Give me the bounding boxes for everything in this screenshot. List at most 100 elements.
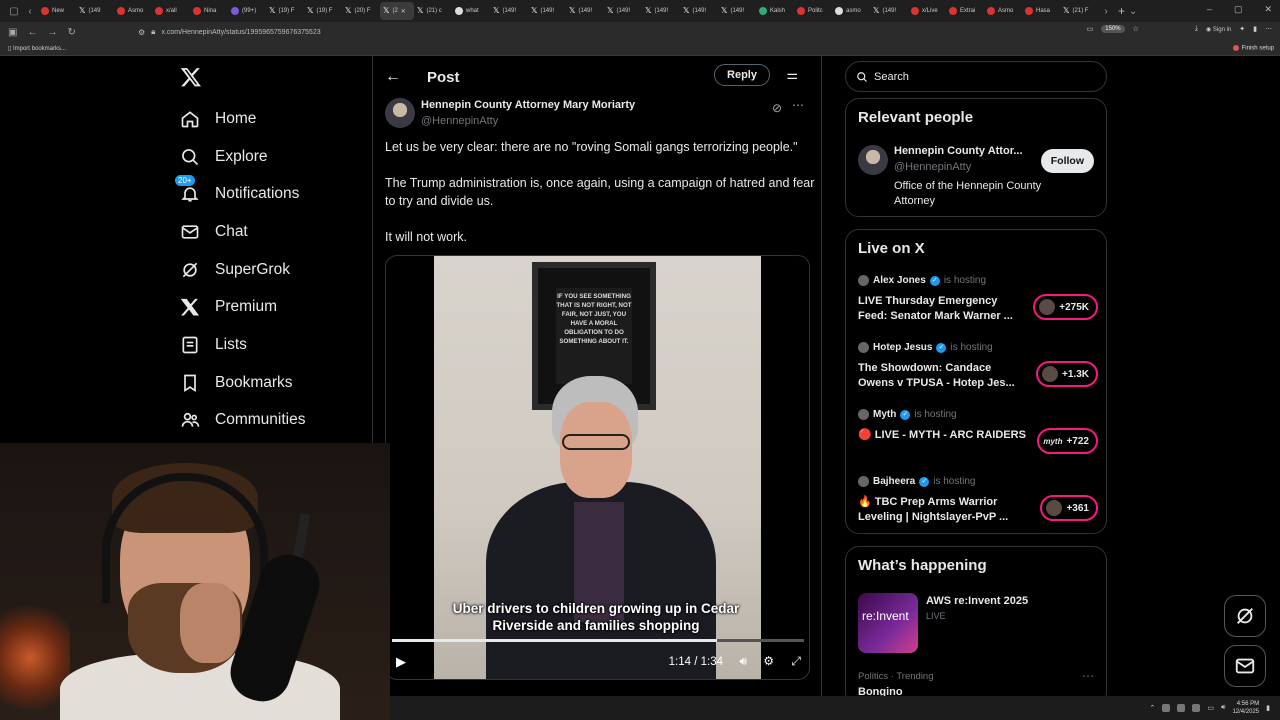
browser-tab[interactable]: Asmo [114,2,152,20]
nav-bookmarks[interactable]: Bookmarks [178,364,368,402]
search-input[interactable]: Search [845,61,1107,92]
network-icon[interactable]: ▭ [1207,704,1214,712]
nav-explore[interactable]: Explore [178,138,368,176]
nav-lists[interactable]: Lists [178,326,368,364]
browser-tab[interactable]: (99+) [228,2,266,20]
avatar[interactable] [858,145,888,175]
relevant-person-handle[interactable]: @HennepinAtty [894,161,971,173]
extensions-icon[interactable]: ✦ [1239,25,1245,33]
browser-tab[interactable]: 𝕏 (21) c [414,2,452,20]
zoom-indicator[interactable]: 150% [1101,25,1125,33]
browser-tab[interactable]: 𝕏 (149! [604,2,642,20]
back-arrow-icon[interactable]: ← [385,68,415,86]
nav-communities[interactable]: Communities [178,402,368,440]
download-icon[interactable]: ⤓ [1195,25,1198,33]
live-title: The Showdown: Candace Owens v TPUSA - Ho… [858,362,1015,389]
tab-scroll-right-icon[interactable]: › [1098,6,1114,17]
fullscreen-icon[interactable]: ⤢ [791,654,801,669]
volume-icon[interactable]: 🔊︎ [739,654,747,669]
live-item[interactable]: Bajheera ✓ is hosting 🔥 TBC Prep Arms Wa… [858,476,1098,536]
browser-tab[interactable]: Hasa [1022,2,1060,20]
browser-tab[interactable]: asmo [832,2,870,20]
avatar[interactable] [385,98,415,128]
clock[interactable]: 4:56 PM 12/4/2025 [1232,700,1259,716]
video-progress-bar[interactable] [392,639,804,642]
reload-icon[interactable]: ↻ [67,27,75,38]
tray-app-icon[interactable] [1192,704,1201,712]
nav-notifications[interactable]: 20+ Notifications [174,174,368,213]
event-title[interactable]: AWS re:Invent 2025 [926,595,1028,607]
settings-icon[interactable]: ⚙ [763,654,774,668]
tab-search-icon[interactable]: ⌄ [1125,6,1141,17]
screen-icon[interactable]: ▭ [1087,25,1094,33]
browser-tab[interactable]: x/Live [908,2,946,20]
browser-tab[interactable]: 𝕏 (149 [76,2,114,20]
more-options-icon[interactable]: ⋯ [792,98,804,112]
new-tab-icon[interactable]: + [1118,4,1125,18]
browser-tab[interactable]: 𝕏 (149! [718,2,756,20]
event-thumbnail[interactable]: re:Invent [858,593,918,653]
browser-tab[interactable]: x/all [152,2,190,20]
browser-tab[interactable]: 𝕏 (149! [680,2,718,20]
browser-tab[interactable]: 𝕏 (19) F [266,2,304,20]
tab-close-icon[interactable]: ✕ [401,8,406,15]
messages-fab-button[interactable] [1224,645,1266,687]
minimize-icon[interactable]: – [1207,4,1212,15]
sidebar-toggle-icon[interactable]: ▣ [8,27,17,38]
video-player[interactable]: If you see something that is not right, … [385,255,810,680]
import-bookmarks-link[interactable]: ▯ Import bookmarks... [8,45,66,52]
tray-app-icon[interactable] [1177,704,1186,712]
live-item[interactable]: Hotep Jesus ✓ is hosting The Showdown: C… [858,342,1098,402]
grok-explain-icon[interactable]: ⊘ [772,101,782,115]
sliders-icon[interactable]: ⚌ [786,67,798,83]
maximize-icon[interactable]: ▢ [1234,4,1243,15]
browser-tab[interactable]: 𝕏 (20) F [342,2,380,20]
browser-tab[interactable]: what [452,2,490,20]
browser-tab[interactable]: Politc [794,2,832,20]
author-name[interactable]: Hennepin County Attorney Mary Moriarty [421,99,635,111]
site-info-icon[interactable]: ⚙ [138,28,145,37]
browser-tab[interactable]: Extrai [946,2,984,20]
browser-tab[interactable]: 𝕏 (149! [566,2,604,20]
browser-tab[interactable]: 𝕏 (149! [528,2,566,20]
nav-supergrok[interactable]: SuperGrok [178,251,368,289]
browser-tab[interactable]: 𝕏 (149! [490,2,528,20]
back-icon[interactable]: ← [27,27,37,38]
x-logo-icon[interactable] [180,66,202,88]
follow-button[interactable]: Follow [1040,149,1094,173]
tray-app-icon[interactable] [1162,704,1171,712]
browser-tab[interactable]: 𝕏 (149! [870,2,908,20]
browser-tab[interactable]: Kalsh [756,2,794,20]
browser-tab[interactable]: 𝕏 (149! [642,2,680,20]
nav-chat[interactable]: Chat [178,213,368,251]
browser-tab[interactable]: Nina [190,2,228,20]
author-handle[interactable]: @HennepinAtty [421,115,498,127]
forward-icon[interactable]: → [47,27,57,38]
live-item[interactable]: Alex Jones ✓ is hosting LIVE Thursday Em… [858,275,1098,335]
favorite-star-icon[interactable]: ☆ [1133,25,1139,33]
tray-chevron-icon[interactable]: ⌃ [1150,704,1156,712]
url-field[interactable]: ⚙ 🔒︎ x.com/HennepinAtty/status/199596575… [138,27,321,37]
finish-setup-button[interactable]: Finish setup [1232,45,1274,52]
browser-tab[interactable]: 𝕏 (2 ✕ [380,2,414,20]
tab-list-icon[interactable]: ▢ [6,6,22,17]
tab-scroll-left-icon[interactable]: ‹ [22,6,38,17]
play-icon[interactable]: ▶ [396,654,406,670]
profile-icon[interactable]: ▮ [1253,25,1257,33]
browser-tab[interactable]: 𝕏 (21) F [1060,2,1098,20]
more-options-icon[interactable]: ⋯ [1082,669,1094,683]
browser-tab[interactable]: 𝕏 (19) F [304,2,342,20]
sign-in-button[interactable]: ◉ Sign in [1206,26,1231,33]
volume-icon[interactable]: 🔊︎ [1221,704,1225,712]
notifications-tray-icon[interactable]: ▮ [1266,704,1270,712]
nav-premium[interactable]: Premium [178,288,368,326]
browser-tab[interactable]: Asmo [984,2,1022,20]
relevant-person-name[interactable]: Hennepin County Attor... [894,145,1023,157]
nav-home[interactable]: Home [178,100,368,138]
reply-button[interactable]: Reply [714,64,770,86]
browser-tab[interactable]: New [38,2,76,20]
live-item[interactable]: Myth ✓ is hosting 🔴 LIVE - MYTH - ARC RA… [858,409,1098,469]
menu-icon[interactable]: ⋯ [1265,25,1272,33]
close-window-icon[interactable]: ✕ [1264,4,1272,15]
grok-fab-button[interactable] [1224,595,1266,637]
